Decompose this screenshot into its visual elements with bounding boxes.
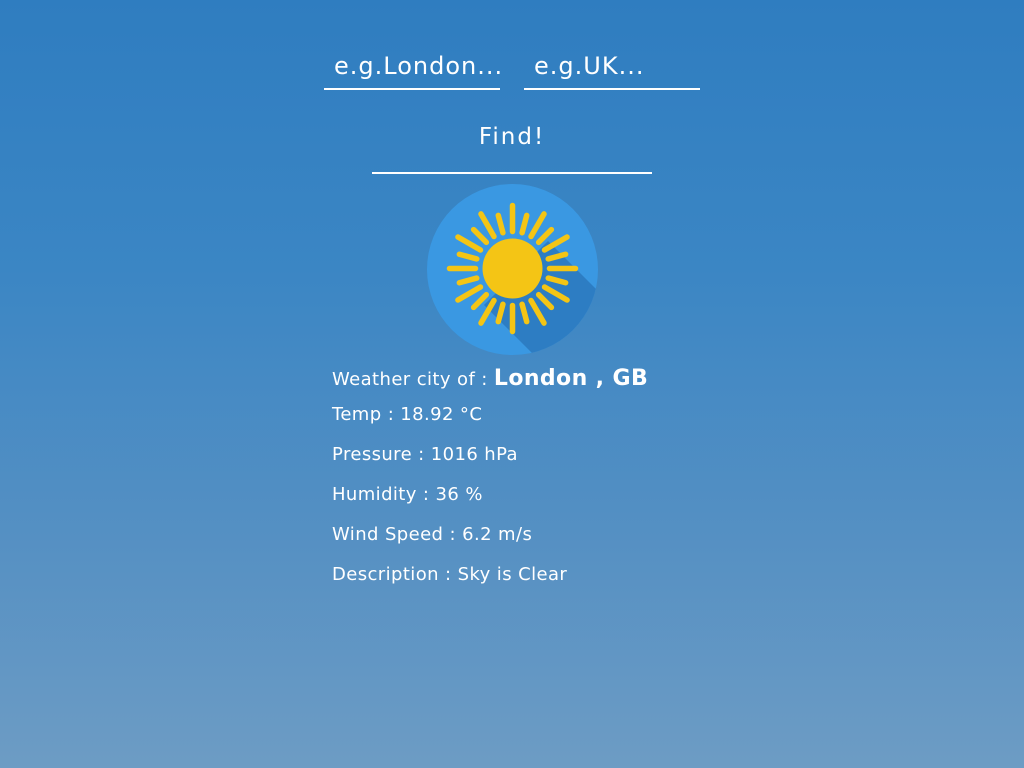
sun-disc [482,238,543,299]
humidity-text: Humidity : 36 % [332,484,483,505]
city-name: London , GB [493,366,649,391]
city-label: Weather city of : [332,369,488,390]
temperature-text: Temp : 18.92 °C [332,404,483,425]
sun-icon [427,184,598,355]
pressure-text: Pressure : 1016 hPa [332,444,518,465]
weather-details: Weather city of : London , GB Temp : 18.… [332,362,732,598]
search-form [324,44,700,92]
description-text: Description : Sky is Clear [332,564,568,585]
find-button[interactable]: Find! [372,114,652,174]
wind-speed-text: Wind Speed : 6.2 m/s [332,524,533,545]
city-line: Weather city of : London , GB [332,362,732,398]
city-input[interactable] [324,44,500,90]
country-input[interactable] [524,44,700,90]
